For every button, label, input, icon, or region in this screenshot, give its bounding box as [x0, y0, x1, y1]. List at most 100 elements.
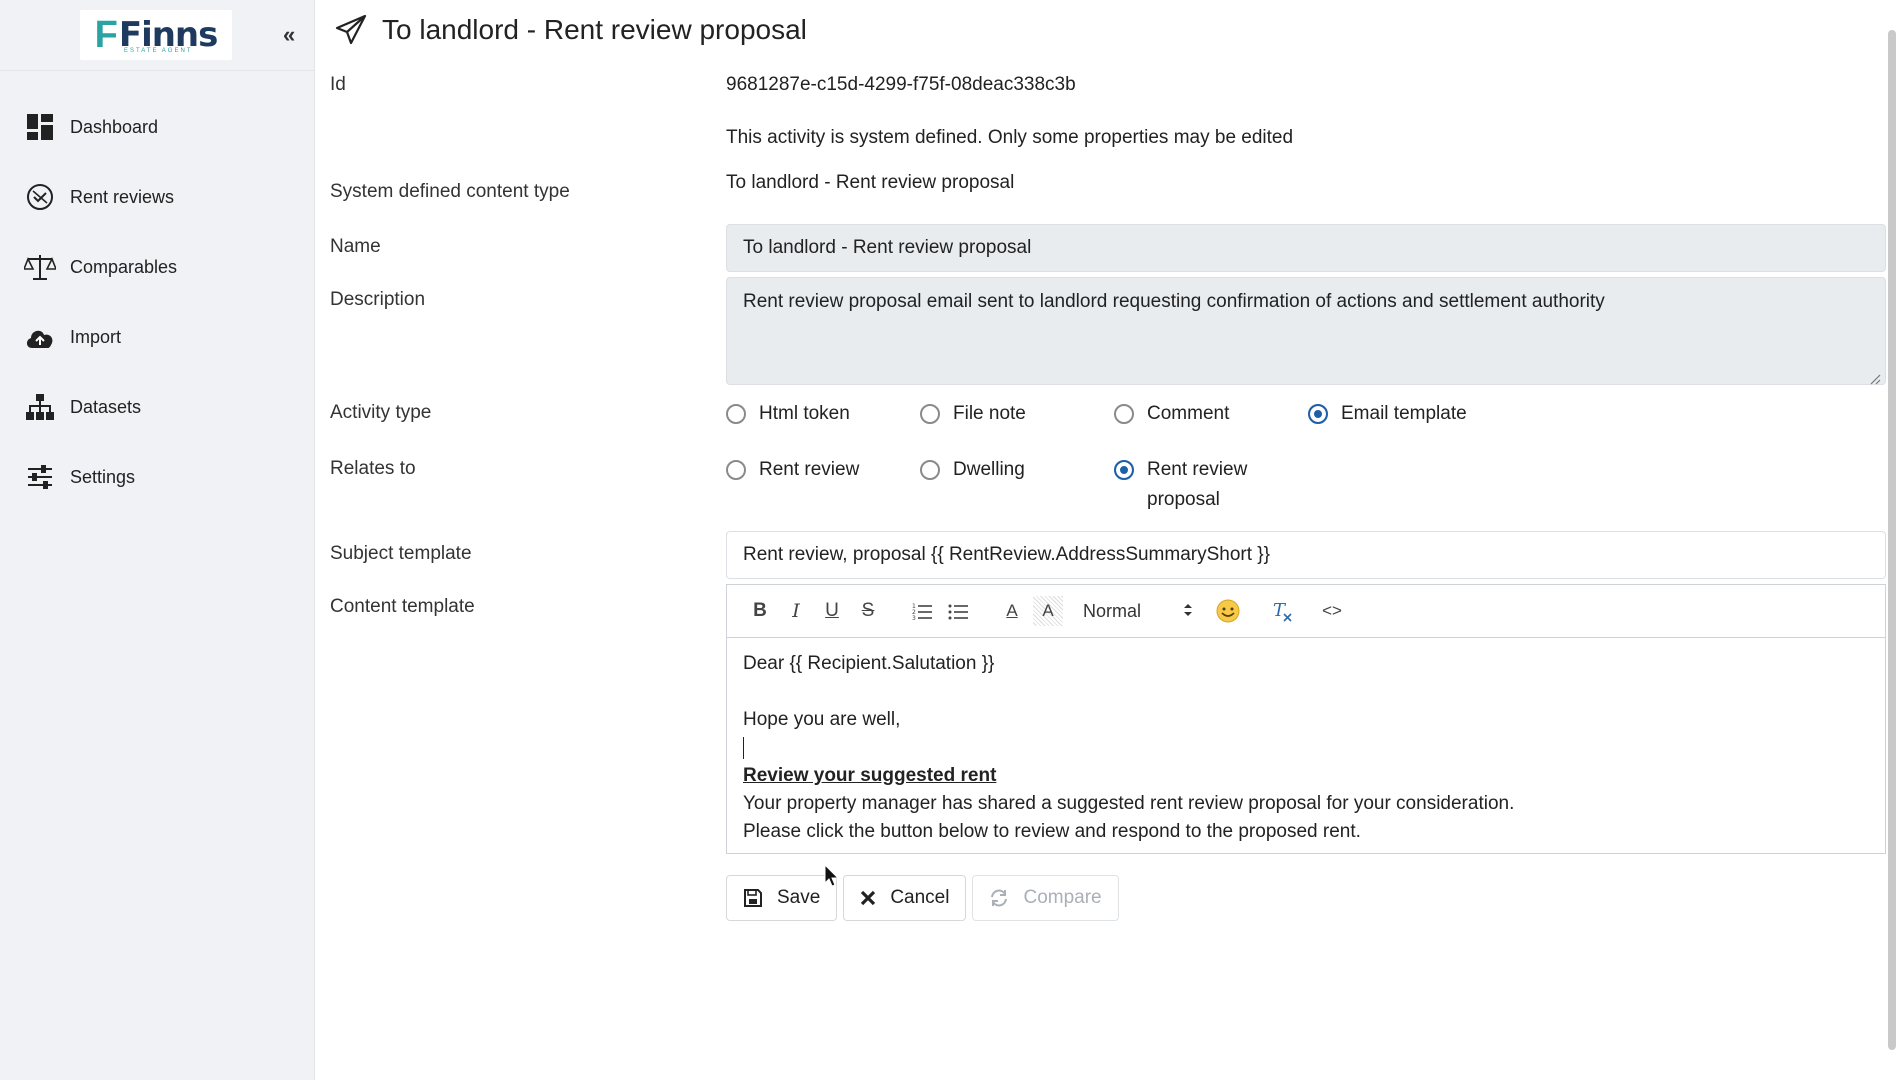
vertical-scrollbar[interactable]: [1888, 30, 1896, 1050]
save-button[interactable]: Save: [726, 875, 838, 921]
clear-formatting-icon: T: [1273, 600, 1292, 622]
radio-label: Dwelling: [953, 459, 1025, 480]
collapse-sidebar-button[interactable]: «: [283, 22, 295, 48]
description-text: Rent review proposal email sent to landl…: [743, 291, 1605, 312]
relates-to-label: Relates to: [330, 458, 416, 479]
svg-text:T: T: [1273, 600, 1287, 621]
paper-plane-icon: [334, 13, 368, 47]
compare-label: Compare: [1023, 887, 1102, 908]
sidebar-item-rent-reviews[interactable]: Rent reviews: [0, 162, 315, 232]
editor-paragraph-1: Your property manager has shared a sugge…: [743, 793, 1515, 814]
bullet-list-button[interactable]: [943, 596, 973, 626]
ordered-list-icon: 123: [912, 603, 932, 620]
sidebar-item-datasets[interactable]: Datasets: [0, 372, 315, 442]
sitemap-icon: [24, 391, 56, 423]
svg-text:3: 3: [912, 615, 916, 620]
radio-rent-review-proposal[interactable]: Rent review proposal: [1114, 459, 1264, 515]
emoji-icon: [1216, 599, 1240, 623]
sidebar-item-label: Settings: [70, 466, 136, 487]
background-color-button[interactable]: A: [1033, 596, 1063, 626]
save-label: Save: [777, 887, 821, 908]
sliders-icon: [24, 461, 56, 493]
radio-circle[interactable]: [920, 460, 940, 480]
radio-comment[interactable]: Comment: [1114, 403, 1308, 429]
rent-reviews-icon: [24, 181, 56, 213]
refresh-icon: [989, 888, 1009, 908]
radio-circle-checked[interactable]: [1308, 404, 1328, 424]
select-arrows-icon: [1183, 601, 1193, 622]
radio-circle[interactable]: [726, 460, 746, 480]
radio-dwelling[interactable]: Dwelling: [920, 459, 1114, 515]
id-value: 9681287e-c15d-4299-f75f-08deac338c3b: [726, 74, 1076, 95]
emoji-button[interactable]: [1213, 596, 1243, 626]
sidebar-nav: Dashboard Rent reviews Comparables Impor…: [0, 92, 315, 512]
sidebar: F Finns ESTATE AGENT « Dashboard Rent re…: [0, 0, 315, 1080]
cloud-upload-icon: [24, 321, 56, 353]
description-label: Description: [330, 289, 426, 310]
resize-grip-icon[interactable]: [1869, 368, 1881, 385]
sidebar-item-label: Rent reviews: [70, 186, 175, 207]
logo-tagline: ESTATE AGENT: [124, 48, 193, 54]
sidebar-item-dashboard[interactable]: Dashboard: [0, 92, 315, 162]
editor-body[interactable]: Dear {{ Recipient.Salutation }} Hope you…: [727, 638, 1885, 858]
subject-field[interactable]: Rent review, proposal {{ RentReview.Addr…: [726, 531, 1886, 579]
name-field[interactable]: To landlord - Rent review proposal: [726, 224, 1886, 272]
radio-circle[interactable]: [726, 404, 746, 424]
content-type-label: System defined content type: [330, 181, 570, 202]
editor-line-greeting: Dear {{ Recipient.Salutation }}: [743, 653, 995, 674]
font-color-button[interactable]: A: [997, 596, 1027, 626]
content-type-value: To landlord - Rent review proposal: [726, 172, 1015, 193]
bold-button[interactable]: B: [745, 596, 775, 626]
sidebar-item-import[interactable]: Import: [0, 302, 315, 372]
radio-label: Comment: [1147, 403, 1230, 424]
sidebar-item-settings[interactable]: Settings: [0, 442, 315, 512]
floppy-disk-icon: [743, 888, 763, 908]
form-actions: Save Cancel Compare: [726, 875, 1125, 921]
id-label: Id: [330, 74, 346, 95]
radio-label: Html token: [759, 403, 850, 424]
sidebar-item-label: Datasets: [70, 396, 142, 417]
radio-circle[interactable]: [920, 404, 940, 424]
bullet-list-icon: [948, 604, 968, 620]
sidebar-item-label: Dashboard: [70, 116, 159, 137]
cancel-label: Cancel: [890, 887, 950, 908]
underline-button[interactable]: U: [817, 596, 847, 626]
editor-line-hope: Hope you are well,: [743, 709, 901, 730]
radio-label: Rent review proposal: [1147, 459, 1248, 510]
radio-html-token[interactable]: Html token: [726, 403, 920, 429]
content-label: Content template: [330, 596, 475, 617]
format-select-value: Normal: [1083, 600, 1142, 621]
editor-heading: Review your suggested rent: [743, 765, 997, 786]
ordered-list-button[interactable]: 123: [907, 596, 937, 626]
activity-type-group: Html token File note Comment Email templ…: [726, 403, 1502, 429]
mouse-pointer-icon: [824, 863, 840, 893]
strikethrough-button[interactable]: S: [853, 596, 883, 626]
content-editor[interactable]: B I U S 123 A A Normal T <> Dear {{Reci…: [726, 584, 1886, 854]
activity-type-label: Activity type: [330, 402, 432, 423]
logo[interactable]: F Finns ESTATE AGENT: [80, 10, 232, 60]
editor-toolbar: B I U S 123 A A Normal T <>: [727, 585, 1885, 638]
clear-formatting-button[interactable]: T: [1267, 596, 1297, 626]
radio-label: File note: [953, 403, 1026, 424]
sidebar-divider: [0, 70, 315, 71]
editor-paragraph-2: Please click the button below to review …: [743, 821, 1361, 842]
radio-circle[interactable]: [1114, 404, 1134, 424]
code-view-button[interactable]: <>: [1317, 596, 1347, 626]
sidebar-item-comparables[interactable]: Comparables: [0, 232, 315, 302]
name-label: Name: [330, 236, 381, 257]
compare-button[interactable]: Compare: [972, 875, 1119, 921]
cancel-button[interactable]: Cancel: [843, 875, 967, 921]
close-icon: [860, 890, 876, 906]
radio-file-note[interactable]: File note: [920, 403, 1114, 429]
description-field[interactable]: Rent review proposal email sent to landl…: [726, 277, 1886, 385]
radio-rent-review[interactable]: Rent review: [726, 459, 920, 515]
format-select[interactable]: Normal: [1083, 601, 1193, 622]
relates-to-group: Rent review Dwelling Rent review proposa…: [726, 459, 1264, 515]
text-caret: [743, 736, 744, 759]
radio-email-template[interactable]: Email template: [1308, 403, 1502, 429]
sidebar-item-label: Comparables: [70, 256, 178, 277]
radio-label: Email template: [1341, 403, 1467, 424]
radio-circle-checked[interactable]: [1114, 460, 1134, 480]
logo-letter: F: [94, 13, 118, 56]
italic-button[interactable]: I: [781, 596, 811, 626]
